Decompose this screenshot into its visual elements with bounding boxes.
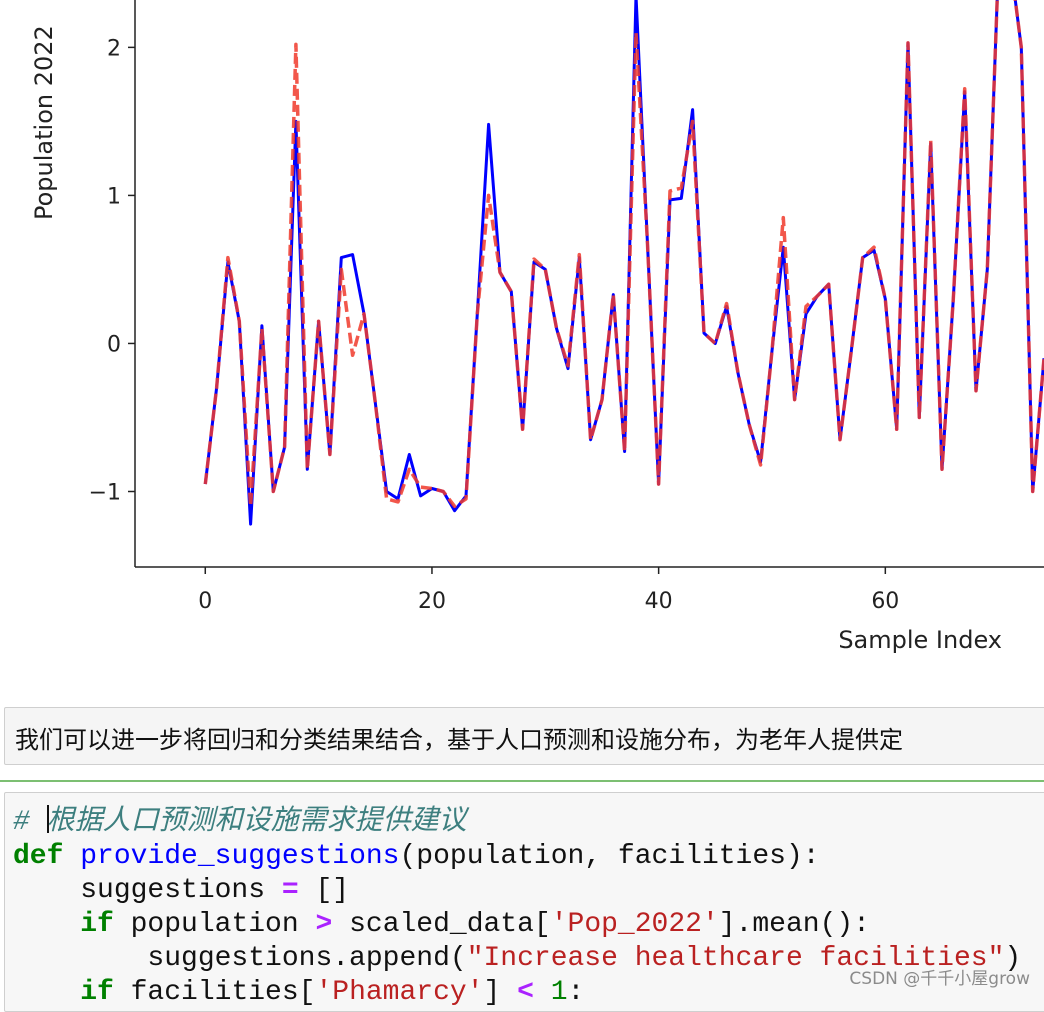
line-chart: 0 20 40 60 −1 0 1 2 Sample Index Population 202… <box>30 0 1044 654</box>
code-token-kw: if <box>80 977 114 1008</box>
code-token-op: > <box>315 909 333 940</box>
y-tick-label: 2 <box>107 36 121 61</box>
code-token-kw: if <box>80 909 114 940</box>
markdown-cell[interactable]: 我们可以进一步将回归和分类结果结合，基于人口预测和设施分布，为老年人提供定 <box>4 707 1044 765</box>
selected-cell-indicator <box>0 780 1044 782</box>
code-token-op: < <box>517 977 534 1008</box>
code-token-comment: # <box>13 807 47 838</box>
code-token-comment: 根据人口预测和设施需求提供建议 <box>46 807 467 838</box>
code-token-op: = <box>281 875 299 906</box>
code-token-plain: [] <box>298 875 350 906</box>
y-tick-label: 1 <box>107 184 121 209</box>
code-token-fn: provide_suggestions <box>80 841 400 872</box>
code-token-plain: suggestions <box>13 875 282 906</box>
code-token-str: 'Pop_2022' <box>550 909 719 940</box>
code-token-plain: (population, facilities): <box>399 841 820 872</box>
code-line: def provide_suggestions(population, faci… <box>13 840 1021 874</box>
code-line: # 根据人口预测和设施需求提供建议 <box>13 805 1021 840</box>
code-token-num: 1 <box>550 977 568 1008</box>
x-tick-label: 20 <box>418 589 446 614</box>
x-axis-label: Sample Index <box>838 626 1002 654</box>
code-line: if population > scaled_data['Pop_2022'].… <box>13 908 1021 942</box>
y-axis-label: Population 2022 <box>30 25 58 220</box>
code-token-plain: population <box>113 909 316 940</box>
markdown-text: 我们可以进一步将回归和分类结果结合，基于人口预测和设施分布，为老年人提供定 <box>15 726 903 754</box>
code-token-plain: ].mean(): <box>718 909 870 940</box>
y-tick-label: 0 <box>107 332 121 357</box>
x-tick-label: 40 <box>645 589 673 614</box>
code-line: suggestions = [] <box>13 874 1021 908</box>
code-token-kw: def <box>13 841 64 872</box>
code-token-str: 'Phamarcy' <box>315 977 484 1008</box>
x-tick-label: 60 <box>871 589 899 614</box>
watermark: CSDN @千千小屋grow <box>849 969 1030 989</box>
y-tick-label: −1 <box>89 480 121 505</box>
code-token-plain: suggestions.append( <box>13 943 467 974</box>
code-token-plain: : <box>567 977 585 1008</box>
code-token-plain: scaled_data[ <box>332 909 551 940</box>
code-token-plain: ] <box>483 977 518 1008</box>
x-tick-label: 0 <box>198 589 212 614</box>
code-token-plain: facilities[ <box>113 977 316 1008</box>
